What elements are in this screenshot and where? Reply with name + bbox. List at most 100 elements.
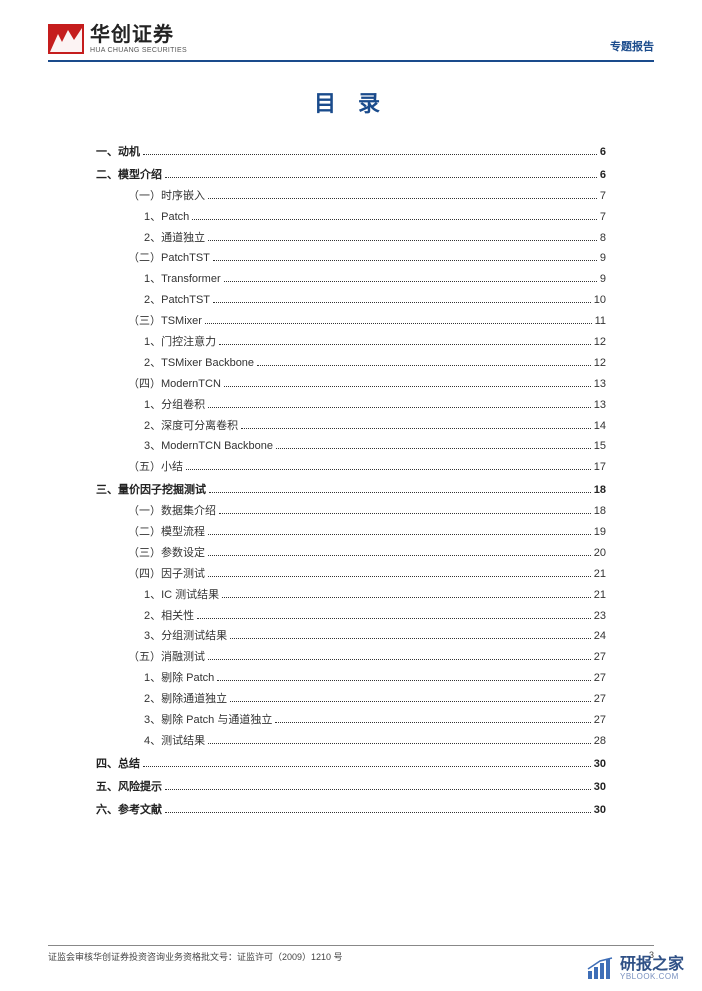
toc-entry[interactable]: 一、动机6 bbox=[96, 142, 606, 163]
toc-entry-label: 1、分组卷积 bbox=[144, 395, 205, 416]
toc-entry[interactable]: （二）模型流程19 bbox=[128, 522, 606, 543]
toc-leader-dots bbox=[219, 513, 591, 514]
toc-entry-page: 30 bbox=[594, 777, 606, 798]
toc-leader-dots bbox=[241, 428, 591, 429]
toc-entry-label: （三）参数设定 bbox=[128, 543, 205, 564]
toc-entry-page: 12 bbox=[594, 353, 606, 374]
toc-entry[interactable]: 1、分组卷积 13 bbox=[144, 395, 606, 416]
toc-entry-label: （五）小结 bbox=[128, 457, 183, 478]
toc-entry-label: （一）数据集介绍 bbox=[128, 501, 216, 522]
toc-entry[interactable]: 3、ModernTCN Backbone 15 bbox=[144, 436, 606, 457]
toc-entry[interactable]: 2、PatchTST10 bbox=[144, 290, 606, 311]
toc-entry-page: 15 bbox=[594, 436, 606, 457]
toc-entry[interactable]: 六、参考文献30 bbox=[96, 800, 606, 821]
toc-entry[interactable]: 1、IC 测试结果 21 bbox=[144, 585, 606, 606]
toc-leader-dots bbox=[208, 743, 591, 744]
toc-entry[interactable]: 1、Transformer 9 bbox=[144, 269, 606, 290]
toc-entry-page: 6 bbox=[600, 142, 606, 163]
toc-leader-dots bbox=[217, 680, 590, 681]
toc-entry-page: 7 bbox=[600, 186, 606, 207]
watermark-text: 研报之家 YBLOOK.COM bbox=[620, 957, 684, 981]
watermark: 研报之家 YBLOOK.COM bbox=[586, 957, 684, 981]
toc-entry-page: 6 bbox=[600, 165, 606, 186]
toc-entry-label: 五、风险提示 bbox=[96, 777, 162, 798]
toc-entry-label: （二）模型流程 bbox=[128, 522, 205, 543]
toc-entry[interactable]: 1、门控注意力12 bbox=[144, 332, 606, 353]
toc-entry-page: 23 bbox=[594, 606, 606, 627]
toc-entry[interactable]: （一）时序嵌入7 bbox=[128, 186, 606, 207]
toc-entry-label: 3、剔除 Patch 与通道独立 bbox=[144, 710, 272, 731]
toc-entry-page: 27 bbox=[594, 668, 606, 689]
toc-leader-dots bbox=[257, 365, 591, 366]
toc-entry-page: 7 bbox=[600, 207, 606, 228]
toc-entry-label: （四）因子测试 bbox=[128, 564, 205, 585]
toc-leader-dots bbox=[143, 766, 591, 767]
toc-entry-page: 27 bbox=[594, 710, 606, 731]
logo-en: HUA CHUANG SECURITIES bbox=[90, 47, 187, 54]
toc-entry-label: 1、Transformer bbox=[144, 269, 221, 290]
footer-license: 证监会审核华创证券投资咨询业务资格批文号：证监许可（2009）1210 号 bbox=[48, 950, 343, 963]
toc-entry[interactable]: 4、测试结果28 bbox=[144, 731, 606, 752]
toc-entry[interactable]: 2、深度可分离卷积 14 bbox=[144, 416, 606, 437]
toc-entry-page: 11 bbox=[595, 311, 606, 332]
toc-entry[interactable]: （一）数据集介绍 18 bbox=[128, 501, 606, 522]
toc-leader-dots bbox=[222, 597, 591, 598]
toc-entry-page: 12 bbox=[594, 332, 606, 353]
toc-entry-label: 2、相关性 bbox=[144, 606, 194, 627]
toc-entry[interactable]: 2、通道独立8 bbox=[144, 228, 606, 249]
toc-leader-dots bbox=[275, 722, 590, 723]
toc-entry-label: 三、量价因子挖掘测试 bbox=[96, 480, 206, 501]
toc-entry[interactable]: （三）参数设定20 bbox=[128, 543, 606, 564]
table-of-contents: 一、动机6二、模型介绍6（一）时序嵌入71、Patch72、通道独立8（二）Pa… bbox=[48, 142, 654, 821]
toc-entry-label: 2、TSMixer Backbone bbox=[144, 353, 254, 374]
logo: 华创证券 HUA CHUANG SECURITIES bbox=[48, 24, 187, 54]
watermark-cn: 研报之家 bbox=[620, 957, 684, 973]
toc-entry[interactable]: （四）ModernTCN13 bbox=[128, 374, 606, 395]
toc-entry-page: 9 bbox=[600, 269, 606, 290]
toc-entry[interactable]: （三）TSMixer11 bbox=[128, 311, 606, 332]
toc-entry-label: 二、模型介绍 bbox=[96, 165, 162, 186]
toc-leader-dots bbox=[209, 492, 591, 493]
toc-entry[interactable]: 二、模型介绍 6 bbox=[96, 165, 606, 186]
toc-entry[interactable]: 1、Patch7 bbox=[144, 207, 606, 228]
toc-leader-dots bbox=[213, 260, 597, 261]
toc-entry[interactable]: 2、相关性 23 bbox=[144, 606, 606, 627]
toc-entry-label: 1、IC 测试结果 bbox=[144, 585, 219, 606]
toc-entry[interactable]: （五）小结17 bbox=[128, 457, 606, 478]
toc-entry[interactable]: 五、风险提示 30 bbox=[96, 777, 606, 798]
toc-entry-label: （二）PatchTST bbox=[128, 248, 210, 269]
toc-entry-label: 3、分组测试结果 bbox=[144, 626, 227, 647]
toc-entry[interactable]: （五）消融测试27 bbox=[128, 647, 606, 668]
toc-entry-page: 30 bbox=[594, 800, 606, 821]
toc-entry-page: 27 bbox=[594, 689, 606, 710]
toc-entry-label: （五）消融测试 bbox=[128, 647, 205, 668]
toc-entry[interactable]: 3、剔除 Patch 与通道独立 27 bbox=[144, 710, 606, 731]
watermark-icon bbox=[586, 957, 614, 981]
toc-entry[interactable]: 2、TSMixer Backbone 12 bbox=[144, 353, 606, 374]
toc-entry-page: 14 bbox=[594, 416, 606, 437]
toc-entry-page: 13 bbox=[594, 395, 606, 416]
toc-leader-dots bbox=[219, 344, 591, 345]
toc-entry[interactable]: 四、总结30 bbox=[96, 754, 606, 775]
toc-leader-dots bbox=[213, 302, 591, 303]
toc-leader-dots bbox=[276, 448, 591, 449]
toc-entry-page: 21 bbox=[594, 585, 606, 606]
toc-entry[interactable]: 3、分组测试结果24 bbox=[144, 626, 606, 647]
toc-entry[interactable]: 1、剔除 Patch27 bbox=[144, 668, 606, 689]
toc-entry-page: 18 bbox=[594, 501, 606, 522]
toc-title: 目 录 bbox=[48, 86, 654, 118]
toc-entry[interactable]: 2、剔除通道独立27 bbox=[144, 689, 606, 710]
logo-icon bbox=[48, 24, 84, 54]
footer: 证监会审核华创证券投资咨询业务资格批文号：证监许可（2009）1210 号 3 bbox=[48, 945, 654, 963]
toc-entry-label: 2、深度可分离卷积 bbox=[144, 416, 238, 437]
toc-entry-label: 四、总结 bbox=[96, 754, 140, 775]
toc-entry-page: 28 bbox=[594, 731, 606, 752]
toc-entry-label: （四）ModernTCN bbox=[128, 374, 221, 395]
toc-entry-page: 18 bbox=[594, 480, 606, 501]
toc-entry[interactable]: （四）因子测试21 bbox=[128, 564, 606, 585]
toc-entry[interactable]: （二）PatchTST9 bbox=[128, 248, 606, 269]
toc-entry[interactable]: 三、量价因子挖掘测试 18 bbox=[96, 480, 606, 501]
toc-entry-label: 3、ModernTCN Backbone bbox=[144, 436, 273, 457]
watermark-en: YBLOOK.COM bbox=[620, 973, 684, 981]
toc-leader-dots bbox=[224, 386, 591, 387]
